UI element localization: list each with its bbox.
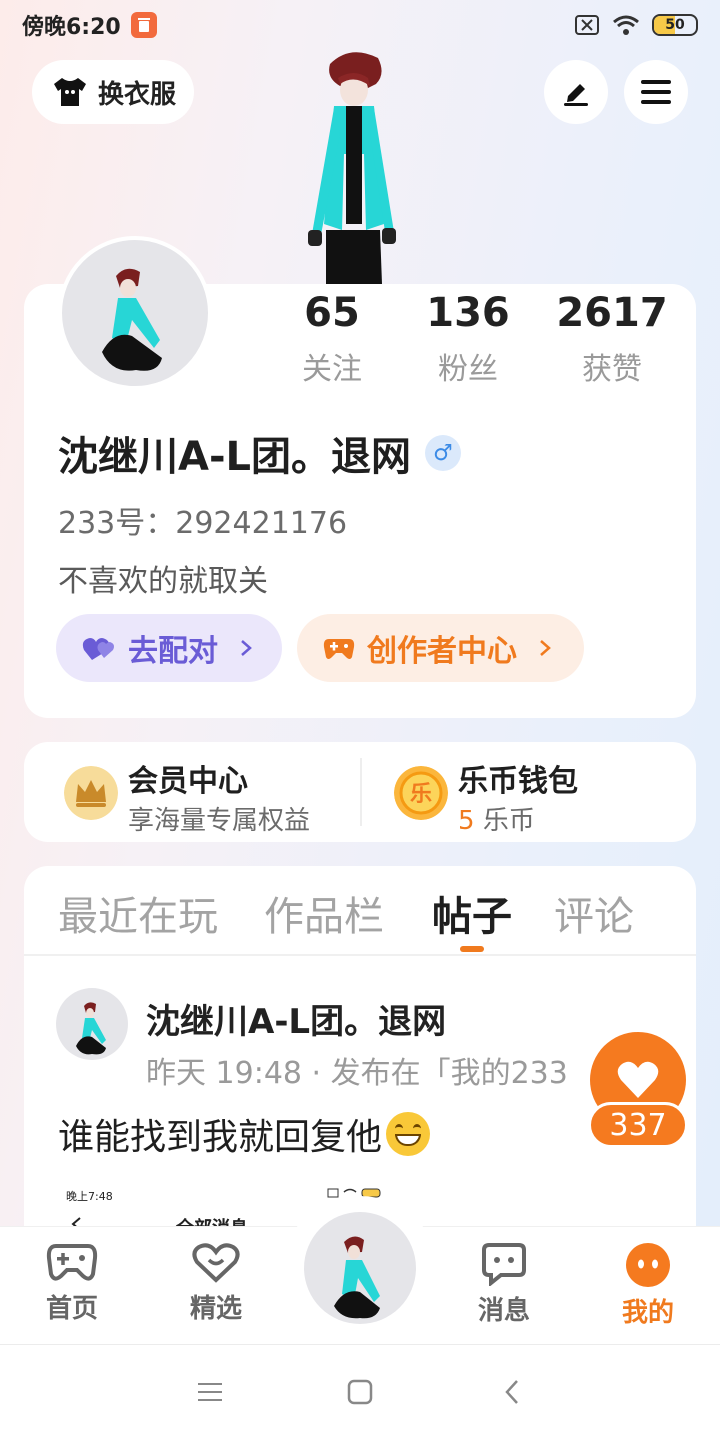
outfit-label: 换衣服 [98, 79, 177, 110]
tab-works[interactable]: 作品栏 [264, 884, 384, 942]
match-button[interactable]: 去配对 [56, 614, 282, 682]
status-bar: 傍晚6:20 50 [0, 0, 720, 50]
wallet-amount: 5 [458, 806, 475, 836]
change-outfit-button[interactable]: 换衣服 [32, 60, 194, 124]
thumb-title: 全部消息 - [176, 1214, 262, 1226]
wallet-title[interactable]: 乐币钱包 [458, 756, 578, 800]
hearts-icon [82, 638, 114, 660]
chevron-right-icon [540, 640, 551, 656]
like-count: 337 [588, 1102, 688, 1148]
match-label: 去配对 [128, 634, 218, 669]
wallet-unit: 乐币 [482, 806, 535, 836]
stat-followers[interactable]: 136 粉丝 [398, 290, 538, 388]
creator-center-label: 创作者中心 [367, 634, 517, 669]
avatar-image [334, 1236, 380, 1319]
lebi-coin-icon: 乐 [394, 766, 448, 820]
divider [360, 758, 362, 826]
profile-face-icon [626, 1243, 670, 1287]
stat-value: 136 [426, 290, 510, 336]
nav-me[interactable]: 我的 [598, 1242, 698, 1329]
home-icon[interactable] [342, 1374, 378, 1410]
nav-label: 首页 [45, 1294, 98, 1324]
thumb-time: 晚上7:48 [66, 1190, 113, 1203]
heart-icon [617, 1061, 659, 1098]
avatar-image [102, 268, 162, 371]
wifi-icon [613, 15, 639, 35]
vip-center-subtitle: 享海量专属权益 [128, 806, 311, 836]
avatar[interactable] [58, 236, 212, 390]
nav-label: 我的 [621, 1298, 674, 1328]
nav-messages[interactable]: 消息 [454, 1242, 554, 1327]
male-gender-icon: ♂ [425, 435, 462, 471]
stat-likes[interactable]: 2617 获赞 [542, 290, 682, 388]
thumb-back-icon [71, 1217, 81, 1226]
vip-center-title[interactable]: 会员中心 [128, 756, 248, 800]
creator-center-button[interactable]: 创作者中心 [297, 614, 584, 682]
crown-icon [64, 766, 118, 820]
gamepad-icon [323, 639, 355, 659]
avatar-character-figure[interactable] [290, 44, 410, 284]
stat-value: 2617 [556, 290, 668, 336]
wallet-balance: 5 乐币 [458, 800, 535, 837]
post-text: 谁能找到我就回复他 [58, 1117, 383, 1158]
grinning-emoji-icon [386, 1112, 431, 1156]
stat-following[interactable]: 65 关注 [262, 290, 402, 388]
shirt-icon [54, 78, 86, 106]
gamepad-icon [46, 1244, 98, 1281]
recent-apps-icon[interactable] [192, 1374, 228, 1410]
nav-label: 消息 [477, 1296, 530, 1326]
post-meta: 昨天 19:48 · 发布在「我的233 [146, 1056, 568, 1091]
tab-posts[interactable]: 帖子 [432, 884, 512, 942]
stat-label: 关注 [302, 352, 362, 387]
tab-recent-play[interactable]: 最近在玩 [58, 884, 218, 942]
nav-label: 精选 [189, 1294, 242, 1324]
user-id[interactable]: 233号：292421176 [58, 498, 347, 542]
status-icons: 50 [574, 14, 698, 36]
stat-label: 粉丝 [438, 352, 498, 387]
pen-icon [564, 84, 588, 106]
active-tab-indicator [460, 946, 484, 952]
message-bubble-icon [482, 1243, 526, 1286]
sim-off-icon [575, 15, 599, 35]
nav-featured[interactable]: 精选 [166, 1242, 266, 1325]
hamburger-menu-icon [641, 80, 671, 104]
coin-glyph: 乐 [410, 782, 432, 807]
stat-value: 65 [304, 290, 360, 336]
username: 沈继川A-L团。退网 [58, 434, 412, 480]
chevron-right-icon [241, 640, 252, 656]
post-author-name[interactable]: 沈继川A-L团。退网 [146, 994, 446, 1043]
avatar-image [76, 1002, 106, 1055]
center-avatar-button[interactable] [304, 1212, 416, 1324]
post-author-avatar[interactable] [56, 988, 128, 1060]
tab-comments[interactable]: 评论 [554, 884, 634, 942]
trash-icon [130, 12, 157, 38]
heart-outline-icon [192, 1243, 240, 1283]
status-time: 傍晚6:20 [22, 15, 121, 40]
battery-level: 50 [665, 17, 685, 33]
username-row: 沈继川A-L团。退网 ♂ [58, 424, 462, 482]
post-text-row[interactable]: 谁能找到我就回复他 [58, 1108, 431, 1160]
edit-button[interactable] [544, 60, 608, 124]
battery-indicator: 50 [652, 14, 698, 36]
bio: 不喜欢的就取关 [58, 564, 268, 599]
divider [24, 954, 696, 956]
back-icon[interactable] [494, 1374, 530, 1410]
menu-button[interactable] [624, 60, 688, 124]
nav-home[interactable]: 首页 [22, 1242, 122, 1325]
stat-label: 获赞 [582, 352, 642, 387]
